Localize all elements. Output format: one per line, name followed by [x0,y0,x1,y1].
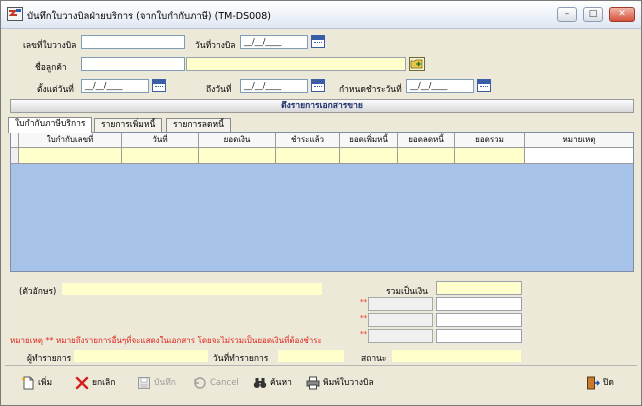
tab-tax-invoice[interactable]: ใบกำกับภาษีบริการ [8,117,93,133]
customer-code-input[interactable] [81,57,185,71]
bill-date-input[interactable]: __/__/____ [240,35,308,49]
search-button[interactable]: ค้นหา [253,375,297,391]
cell-paid[interactable] [276,148,340,163]
save-button[interactable]: บันทึก [137,375,181,391]
col-header-paid[interactable]: ชำระแล้ว [276,133,340,148]
other-item-3-amount-input[interactable] [436,329,522,343]
bill-date-calendar-icon[interactable] [311,35,325,48]
toolbar-divider [5,365,637,366]
operator-field [73,349,209,363]
print-bill-label: พิมพ์ใบวางบิล [323,378,374,388]
app-icon [7,7,23,21]
exit-door-icon [587,376,600,390]
print-bill-button[interactable]: พิมพ์ใบวางบิล [306,375,382,391]
add-button[interactable]: เพิ่ม [21,375,61,391]
tab-credit-notes[interactable]: รายการลดหนี้ [166,118,231,132]
col-header-remark[interactable]: หมายเหตุ [525,133,633,148]
text-amount-label: (ตัวอักษร) [19,287,57,297]
col-header-debit-amount[interactable]: ยอดเพิ่มหนี้ [340,133,398,148]
title-bar: บันทึกใบวางบิลฝ่ายบริการ (จากใบกำกับภาษี… [1,1,641,29]
delete-x-icon [75,376,89,390]
printer-icon [306,376,320,390]
search-button-label: ค้นหา [270,378,292,388]
bill-no-input[interactable] [81,35,185,49]
tab-debit-notes[interactable]: รายการเพิ่มหนี้ [94,118,163,132]
other-item-3-mark: ** [360,330,367,338]
cell-credit-amount[interactable] [398,148,455,163]
from-date-input[interactable]: __/__/____ [81,79,149,93]
status-label: สถานะ [361,354,387,364]
col-header-date[interactable]: วันที่ [122,133,199,148]
due-date-calendar-icon[interactable] [477,79,491,92]
main-window: บันทึกใบวางบิลฝ่ายบริการ (จากใบกำกับภาษี… [0,0,642,406]
invoice-grid[interactable]: ใบกำกับเลขที่ วันที่ ยอดเงิน ชำระแล้ว ยอ… [10,132,634,272]
note-text: หมายเหตุ ** หมายถึงรายการอื่นๆที่จะแสดงใ… [10,336,322,345]
to-date-calendar-icon[interactable] [311,79,325,92]
other-item-1-label-input[interactable] [368,297,433,311]
due-date-input[interactable]: __/__/____ [406,79,474,93]
window-title: บันทึกใบวางบิลฝ่ายบริการ (จากใบกำกับภาษี… [27,11,271,22]
bill-date-label: วันที่วางบิล [195,41,236,51]
bill-no-label: เลขที่ใบวางบิล [23,41,77,51]
maximize-button[interactable]: □ [583,7,603,22]
to-date-label: ถึงวันที่ [206,85,232,95]
close-button-label: ปิด [603,378,614,388]
cancel-record-label: ยกเลิก [92,378,116,388]
table-row[interactable] [11,148,633,164]
customer-lookup-icon[interactable] [409,57,425,71]
save-button-label: บันทึก [154,378,176,388]
cell-debit-amount[interactable] [340,148,398,163]
minimize-button[interactable]: – [557,7,577,22]
grid-corner [11,133,19,148]
new-document-icon [22,376,34,390]
cell-total[interactable] [455,148,525,163]
close-window-button[interactable]: ✕ [609,7,635,22]
op-date-label: วันที่ทำรายการ [213,354,269,364]
row-selector[interactable] [11,148,19,163]
col-header-amount[interactable]: ยอดเงิน [199,133,276,148]
to-date-input[interactable]: __/__/____ [240,79,308,93]
fetch-sales-documents-button[interactable]: ดึงรายการเอกสารขาย [10,99,634,113]
cancel-button[interactable]: Cancel [193,375,241,391]
close-button[interactable]: ปิด [586,375,620,391]
text-amount-field [61,282,323,296]
op-date-field [277,349,345,363]
cancel-record-button[interactable]: ยกเลิก [75,375,123,391]
customer-name-field [186,57,406,71]
save-disk-icon [138,377,150,389]
from-date-calendar-icon[interactable] [152,79,166,92]
cell-remark[interactable] [525,148,633,163]
from-date-label: ตั้งแต่วันที่ [37,85,74,95]
cell-date[interactable] [122,148,199,163]
other-item-3-label-input[interactable] [368,329,433,343]
other-item-1-mark: ** [360,298,367,306]
col-header-total[interactable]: ยอดรวม [455,133,525,148]
cell-amount[interactable] [199,148,276,163]
due-date-label: กำหนดชำระวันที่ [339,85,402,95]
other-item-1-amount-input[interactable] [436,297,522,311]
customer-label: ชื่อลูกค้า [35,63,67,73]
cell-invoice-no[interactable] [19,148,122,163]
total-field [436,281,522,295]
undo-icon [194,377,206,389]
other-item-2-mark: ** [360,314,367,322]
cancel-button-label: Cancel [210,378,239,388]
other-item-2-amount-input[interactable] [436,313,522,327]
binoculars-icon [253,378,267,388]
operator-label: ผู้ทำรายการ [27,354,72,364]
add-button-label: เพิ่ม [38,378,53,388]
col-header-invoice-no[interactable]: ใบกำกับเลขที่ [19,133,122,148]
grid-header: ใบกำกับเลขที่ วันที่ ยอดเงิน ชำระแล้ว ยอ… [11,133,633,148]
other-item-2-label-input[interactable] [368,313,433,327]
col-header-credit-amount[interactable]: ยอดลดหนี้ [398,133,455,148]
status-field [391,349,522,363]
total-label: รวมเป็นเงิน [386,287,428,297]
